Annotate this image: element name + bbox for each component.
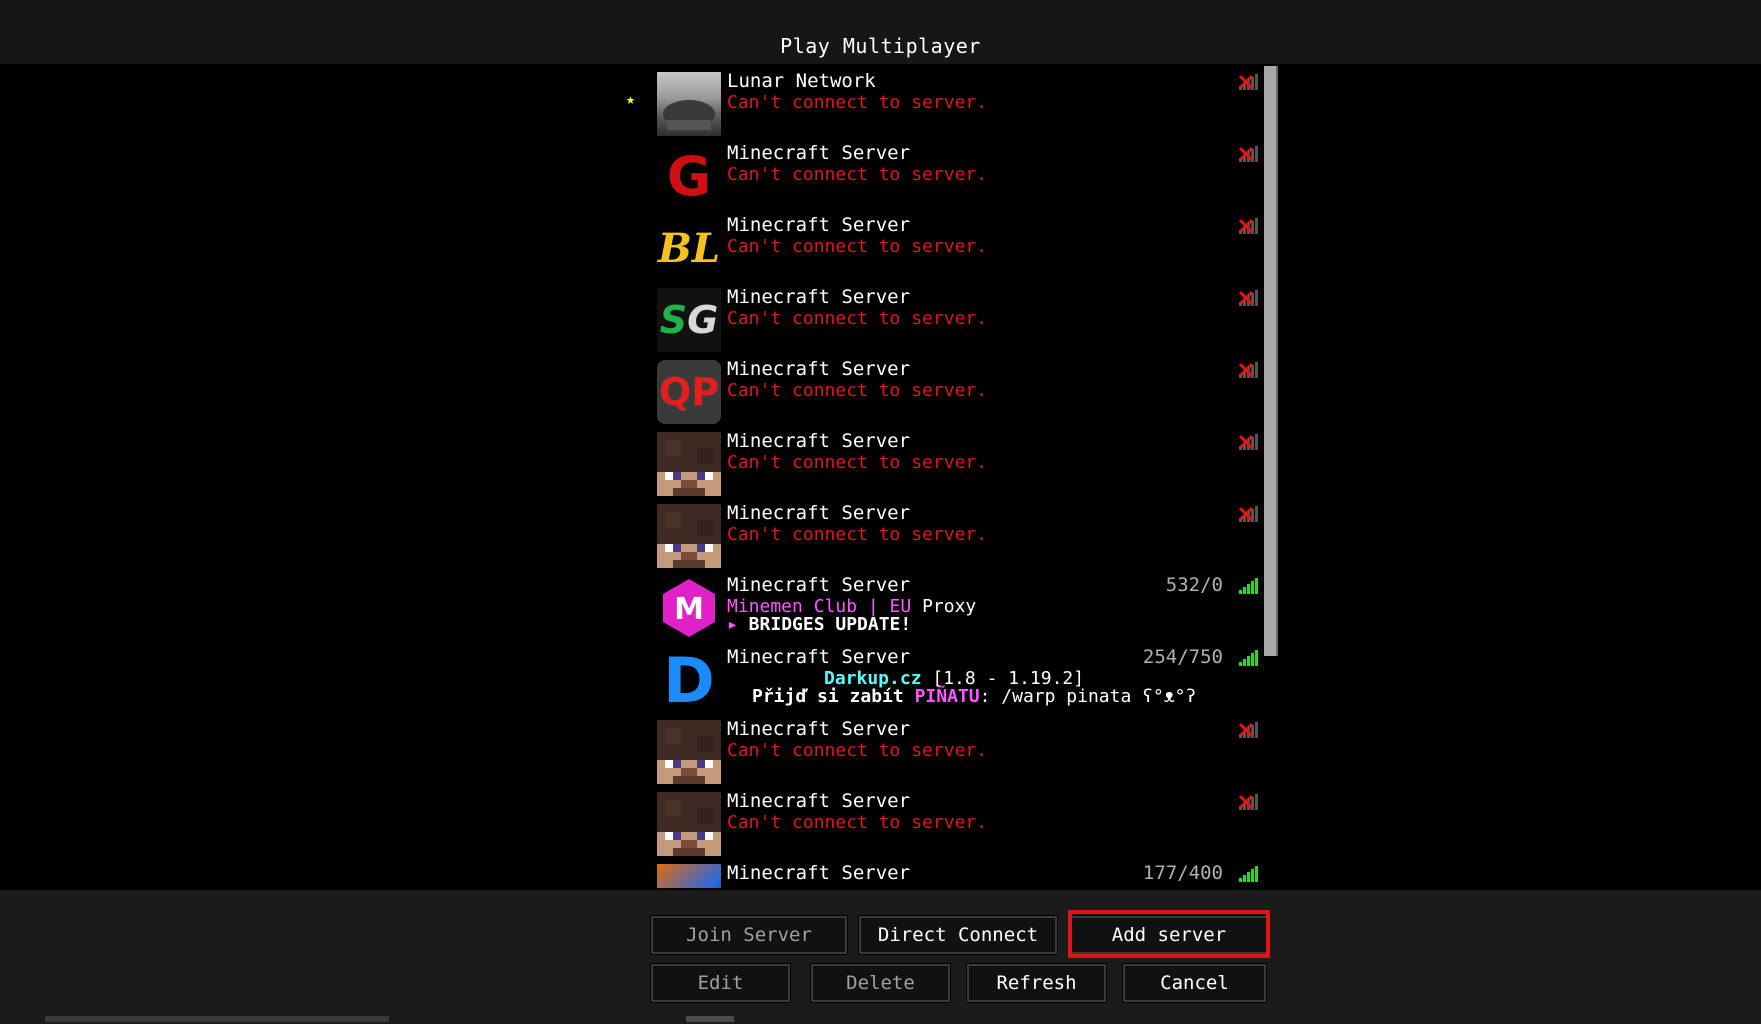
motd-highlight: PIÑATU [914,686,980,707]
server-motd: Can't connect to server. [727,236,988,257]
server-name: Minecraft Server [727,502,911,524]
server-name: Minecraft Server [727,430,911,452]
server-name: Minecraft Server [727,142,911,164]
server-motd: Can't connect to server. [727,812,988,833]
server-motd: Can't connect to server. [727,308,988,329]
add-server-button[interactable]: Add server [1069,915,1269,955]
server-entry[interactable]: Minecraft Server Can't connect to server… [0,498,1261,570]
server-entry[interactable]: SG Minecraft Server Can't connect to ser… [0,282,1261,354]
connection-error-icon [1238,74,1258,90]
server-entry[interactable]: Minecraft Server 177/400 [0,858,1261,888]
header-bar: Play Multiplayer [0,0,1761,66]
cancel-button[interactable]: Cancel [1122,963,1267,1003]
bottom-strip [45,1016,389,1022]
motd-text: BRIDGES UPDATE! [737,614,912,635]
default-steve-icon [657,792,721,856]
server-entry[interactable]: D Minecraft Server Darkup.cz [1.8 - 1.19… [0,642,1261,717]
server-entry[interactable]: QP Minecraft Server Can't connect to ser… [0,354,1261,426]
sg-logo-icon: SG [657,288,721,352]
refresh-button[interactable]: Refresh [966,963,1107,1003]
connection-error-icon [1238,434,1258,450]
server-motd: Can't connect to server. [727,452,988,473]
server-name: Lunar Network [727,70,876,92]
player-count: 177/400 [1142,862,1223,884]
connection-error-icon [1238,362,1258,378]
connection-error-icon [1238,290,1258,306]
connection-error-icon [1238,506,1258,522]
connection-error-icon [1238,218,1258,234]
connection-error-icon [1238,722,1258,738]
default-steve-icon [657,720,721,784]
default-steve-icon [657,504,721,568]
lunar-landscape-icon [657,72,721,136]
direct-connect-button[interactable]: Direct Connect [858,915,1058,955]
server-motd: Can't connect to server. [727,524,988,545]
page-title: Play Multiplayer [780,34,981,58]
server-name: Minecraft Server [727,790,911,812]
server-motd-line2: Přijď si zabít PIÑATU: /warp pinata ʕ°ᴥ°… [752,686,1196,708]
red-g-logo-icon: G [657,144,721,208]
server-entry[interactable]: M Minecraft Server Minemen Club | EU Pro… [0,570,1261,642]
scrollbar-thumb[interactable] [1264,66,1278,656]
server-name: Minecraft Server [727,574,911,596]
join-server-button[interactable]: Join Server [650,915,848,955]
server-list[interactable]: ★ Lunar Network Can't connect to server.… [0,66,1761,888]
player-count: 532/0 [1165,574,1223,596]
edit-button[interactable]: Edit [650,963,791,1003]
signal-bars-icon [1238,866,1258,882]
signal-bars-icon [1238,578,1258,594]
connection-error-icon [1238,794,1258,810]
server-name: Minecraft Server [727,718,911,740]
button-panel: Join Server Direct Connect Add server Ed… [0,888,1761,1024]
server-entry[interactable]: ★ Lunar Network Can't connect to server. [0,66,1261,138]
default-steve-icon [657,432,721,496]
delete-button[interactable]: Delete [810,963,951,1003]
server-motd-line2: ▸ BRIDGES UPDATE! [727,614,911,635]
motd-text: Proxy [911,596,977,617]
motd-text: Přijď si zabít [752,686,915,707]
server-entry[interactable]: G Minecraft Server Can't connect to serv… [0,138,1261,210]
favorite-star-icon: ★ [626,90,636,108]
server-name: Minecraft Server [727,358,911,380]
minemen-m-icon: M [657,576,721,640]
server-entry[interactable]: Minecraft Server Can't connect to server… [0,786,1261,858]
server-motd: Can't connect to server. [727,164,988,185]
signal-bars-icon [1238,650,1258,666]
bl-logo-icon: BL [657,216,721,280]
server-name: Minecraft Server [727,286,911,308]
bottom-strip-marker [686,1016,734,1022]
server-name: Minecraft Server [727,214,911,236]
server-motd: Can't connect to server. [727,380,988,401]
server-name: Minecraft Server [727,646,911,668]
darkup-d-icon: D [663,643,715,717]
server-motd: Can't connect to server. [727,92,988,113]
server-entry[interactable]: BL Minecraft Server Can't connect to ser… [0,210,1261,282]
motd-text: : /warp pinata ʕ°ᴥ°ʔ [979,686,1197,707]
player-count: 254/750 [1142,646,1223,668]
server-entry[interactable]: Minecraft Server Can't connect to server… [0,426,1261,498]
server-motd: Can't connect to server. [727,740,988,761]
server-entry[interactable]: Minecraft Server Can't connect to server… [0,714,1261,786]
connection-error-icon [1238,146,1258,162]
dragon-art-icon [657,864,721,888]
svg-text:M: M [674,592,704,627]
server-name: Minecraft Server [727,862,911,884]
qp-logo-icon: QP [657,360,721,424]
motd-bullet: ▸ [727,614,738,635]
